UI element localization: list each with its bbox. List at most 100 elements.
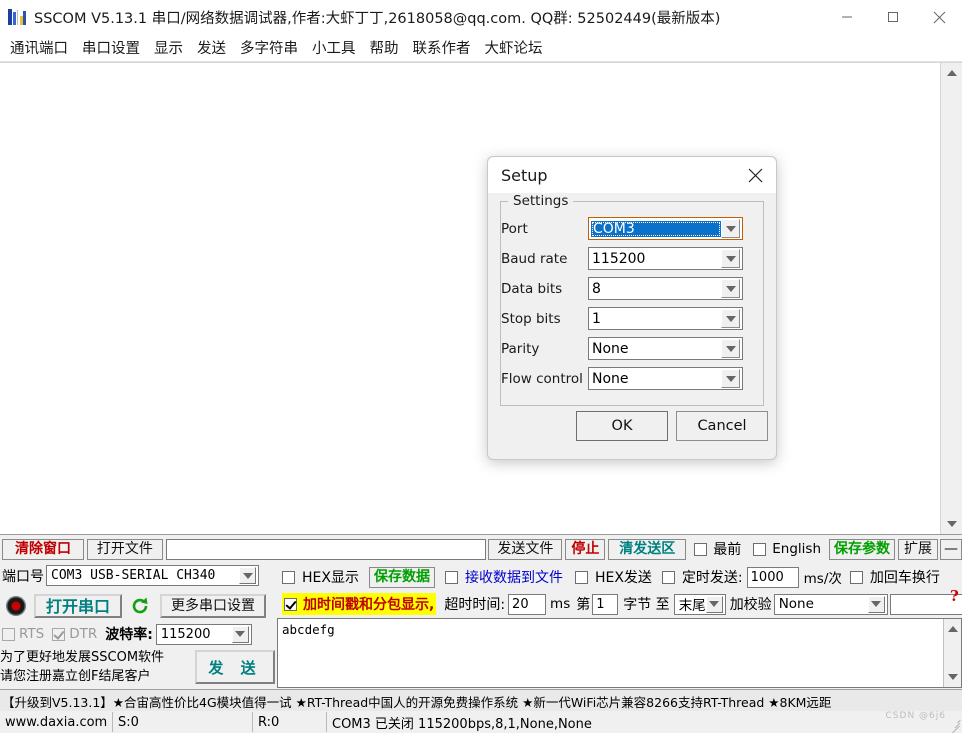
dialog-ok-button[interactable]: OK xyxy=(576,411,668,441)
english-checkbox-box[interactable] xyxy=(753,542,767,556)
dialog-close-icon[interactable] xyxy=(742,163,768,187)
send-text[interactable]: abcdefg xyxy=(282,622,941,685)
menu-item-comm-port[interactable]: 通讯端口 xyxy=(3,35,75,60)
dtr-checkbox[interactable] xyxy=(52,627,66,641)
hex-display-checkbox[interactable] xyxy=(282,570,295,584)
chevron-down-icon[interactable] xyxy=(231,625,249,643)
collapse-button[interactable]: — xyxy=(940,538,962,560)
maximize-button[interactable] xyxy=(870,0,916,34)
scroll-down-icon[interactable] xyxy=(941,514,962,534)
port-combo[interactable]: COM3 xyxy=(588,217,743,240)
dialog-cancel-button[interactable]: Cancel xyxy=(676,411,768,441)
scroll-up-icon[interactable] xyxy=(944,621,961,637)
port-select-value: COM3 USB-SERIAL CH340 xyxy=(51,568,216,583)
baud-rate-select[interactable]: 115200 xyxy=(155,623,252,645)
byte-start-input[interactable]: 1 xyxy=(592,593,619,615)
extend-button[interactable]: 扩展 xyxy=(898,538,939,560)
file-path-input[interactable] xyxy=(165,538,487,560)
timestamp-checkbox-group[interactable]: 加时间戳和分包显示, xyxy=(282,593,437,615)
send-area-scrollbar[interactable] xyxy=(943,619,961,687)
save-data-button[interactable]: 保存数据 xyxy=(368,566,435,588)
stop-bits-combo[interactable]: 1 xyxy=(588,307,743,330)
promo-text: 为了更好地发展SSCOM软件 请您注册嘉立创F结尾客户 xyxy=(0,648,190,688)
csdn-watermark: CSDN @6j6 xyxy=(885,711,946,721)
menu-item-contact-author[interactable]: 联系作者 xyxy=(406,35,478,60)
rts-checkbox[interactable] xyxy=(2,627,15,641)
chevron-down-icon[interactable] xyxy=(721,369,740,388)
hex-send-checkbox[interactable] xyxy=(574,570,588,584)
flow-control-combo[interactable]: None xyxy=(588,367,743,390)
open-file-button[interactable]: 打开文件 xyxy=(86,538,163,560)
menu-item-help[interactable]: 帮助 xyxy=(363,35,406,60)
chevron-down-icon[interactable] xyxy=(721,279,740,298)
clear-window-button[interactable]: 清除窗口 xyxy=(2,538,84,560)
menu-item-display[interactable]: 显示 xyxy=(147,35,190,60)
timestamp-checkbox[interactable] xyxy=(284,597,297,611)
menu-item-tools[interactable]: 小工具 xyxy=(305,35,363,60)
field-parity-label: Parity xyxy=(501,341,540,357)
send-file-button[interactable]: 发送文件 xyxy=(488,538,563,560)
parity-combo[interactable]: None xyxy=(588,337,743,360)
promo-line-2: 请您注册嘉立创F结尾客户 xyxy=(0,669,151,684)
port-status-indicator-icon xyxy=(6,596,26,616)
chevron-down-icon[interactable] xyxy=(721,339,740,358)
stop-button[interactable]: 停止 xyxy=(565,538,606,560)
send-text-area[interactable]: abcdefg xyxy=(277,618,962,688)
checksum-value: None xyxy=(778,596,814,612)
chevron-down-icon[interactable] xyxy=(867,595,885,613)
chevron-down-icon[interactable] xyxy=(721,309,740,328)
flow-control-combo-value: None xyxy=(592,370,629,387)
resize-grip[interactable] xyxy=(947,718,961,733)
save-params-button[interactable]: 保存参数 xyxy=(829,538,896,560)
close-button[interactable] xyxy=(916,0,962,34)
port-select[interactable]: COM3 USB-SERIAL CH340 xyxy=(46,565,259,586)
more-serial-settings-button[interactable]: 更多串口设置 xyxy=(160,594,266,618)
send-button[interactable]: 发 送 xyxy=(195,650,275,684)
chevron-down-icon[interactable] xyxy=(721,219,740,238)
timeout-input[interactable]: 20 xyxy=(508,593,547,615)
timed-send-interval-input[interactable]: 1000 xyxy=(746,566,799,588)
timed-send-label: 定时发送: xyxy=(681,570,743,586)
chevron-down-icon[interactable] xyxy=(705,595,723,613)
clear-send-area-button[interactable]: 清发送区 xyxy=(608,538,687,560)
menu-item-multi-string[interactable]: 多字符串 xyxy=(233,35,305,60)
checksum-select[interactable]: None xyxy=(773,593,888,615)
baud-rate-combo[interactable]: 115200 xyxy=(588,247,743,270)
data-bits-combo[interactable]: 8 xyxy=(588,277,743,300)
menu-item-forum[interactable]: 大虾论坛 xyxy=(478,35,550,60)
flow-baud-row: RTS DTR 波特率: 115200 xyxy=(2,622,277,646)
byte-end-select[interactable]: 末尾 xyxy=(673,593,726,615)
status-website[interactable]: www.daxia.com xyxy=(0,712,112,732)
receive-area[interactable] xyxy=(0,62,962,534)
timed-send-checkbox[interactable] xyxy=(661,570,675,584)
menu-item-serial-settings[interactable]: 串口设置 xyxy=(75,35,147,60)
byte-prefix-label: 第 xyxy=(576,597,591,613)
field-baud-rate: Baud rate 115200 xyxy=(488,247,752,273)
topmost-checkbox[interactable]: 最前 xyxy=(694,539,741,559)
receive-options-row: HEX显示 保存数据 接收数据到文件 HEX发送 定时发送: 1000 ms/次… xyxy=(282,565,940,589)
byte-mid-label: 字节 至 xyxy=(623,597,670,613)
scroll-up-icon[interactable] xyxy=(941,63,962,83)
advertisement-bar[interactable]: 【升级到V5.13.1】★合宙高性价比4G模块值得一试 ★RT-Thread中国… xyxy=(0,689,962,713)
status-bar: www.daxia.com S:0 R:0 COM3 已关闭 115200bps… xyxy=(0,711,962,733)
open-port-button[interactable]: 打开串口 xyxy=(34,594,122,618)
help-question-icon[interactable]: ? xyxy=(950,587,959,605)
byte-end-value: 末尾 xyxy=(678,598,706,614)
chevron-down-icon[interactable] xyxy=(721,249,740,268)
status-received-count: R:0 xyxy=(252,712,326,732)
receive-scrollbar[interactable] xyxy=(940,63,962,534)
refresh-icon[interactable] xyxy=(130,596,150,616)
receive-text[interactable] xyxy=(4,65,940,534)
stop-bits-combo-value: 1 xyxy=(592,310,601,327)
menu-item-send[interactable]: 发送 xyxy=(190,35,233,60)
topmost-checkbox-box[interactable] xyxy=(694,542,708,556)
minimize-button[interactable] xyxy=(824,0,870,34)
receive-to-file-checkbox[interactable] xyxy=(444,570,458,584)
field-data-bits: Data bits 8 xyxy=(488,277,752,303)
port-label: 端口号 xyxy=(2,568,44,585)
english-checkbox[interactable]: English xyxy=(753,541,821,557)
chevron-down-icon[interactable] xyxy=(239,567,256,584)
sscom-window: SSCOM V5.13.1 串口/网络数据调试器,作者:大虾丁丁,2618058… xyxy=(0,0,962,733)
scroll-down-icon[interactable] xyxy=(944,669,961,685)
crlf-checkbox[interactable] xyxy=(849,570,863,584)
